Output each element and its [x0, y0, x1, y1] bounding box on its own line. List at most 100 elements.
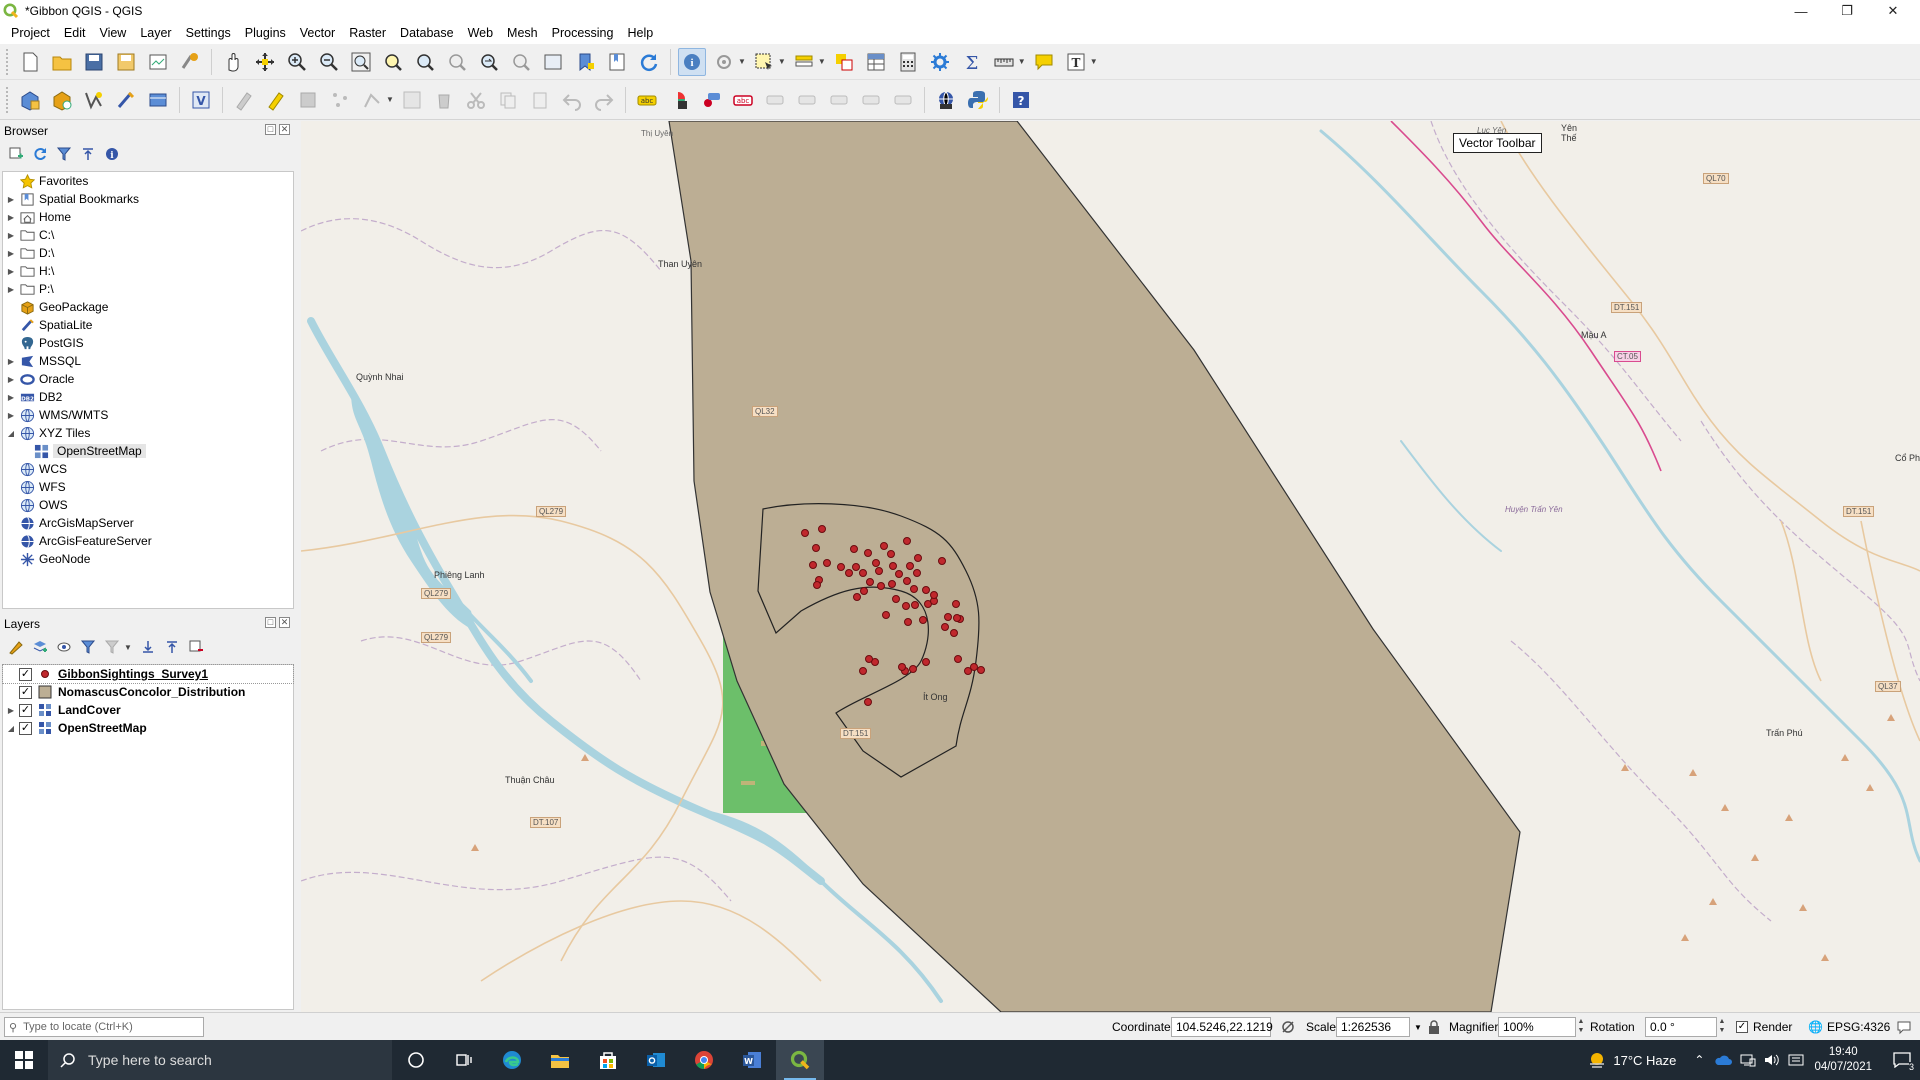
menu-processing[interactable]: Processing [545, 26, 621, 40]
collapsed-arrow-icon[interactable]: ▶ [5, 357, 17, 366]
remove-layer-icon[interactable] [186, 637, 206, 657]
collapse-all-layers-icon[interactable] [162, 637, 182, 657]
chrome-icon[interactable] [680, 1040, 728, 1080]
volume-icon[interactable] [1764, 1053, 1780, 1067]
select-dropdown-icon[interactable]: ▼ [778, 57, 786, 66]
layer-visibility-checkbox[interactable]: ✓ [19, 685, 32, 699]
redo-icon[interactable] [590, 86, 618, 114]
toolbar-grip-2[interactable] [6, 86, 10, 113]
browser-item-mssql[interactable]: ▶ MSSQL [3, 352, 293, 370]
zoom-full-icon[interactable] [347, 48, 375, 76]
word-icon[interactable]: W [728, 1040, 776, 1080]
lock-scale-icon[interactable] [1428, 1017, 1440, 1037]
run-action-icon[interactable] [710, 48, 738, 76]
collapsed-arrow-icon[interactable]: ▶ [5, 706, 17, 715]
browser-item-geonode[interactable]: GeoNode [3, 550, 293, 568]
menu-edit[interactable]: Edit [57, 26, 93, 40]
browser-item-wms-wmts[interactable]: ▶ WMS/WMTS [3, 406, 293, 424]
filter-expression-icon[interactable] [102, 637, 122, 657]
diagram-options-icon[interactable] [665, 86, 693, 114]
layer-visibility-checkbox[interactable]: ✓ [19, 721, 32, 735]
browser-item-oracle[interactable]: ▶ Oracle [3, 370, 293, 388]
measure-dropdown-icon[interactable]: ▼ [1018, 57, 1026, 66]
menu-web[interactable]: Web [461, 26, 500, 40]
browser-float-button[interactable]: □ [265, 124, 276, 135]
minimize-button[interactable]: — [1778, 0, 1824, 22]
collapsed-arrow-icon[interactable]: ▶ [5, 249, 17, 258]
language-icon[interactable] [1788, 1053, 1804, 1067]
edge-browser-icon[interactable] [488, 1040, 536, 1080]
label-change-icon[interactable] [825, 86, 853, 114]
open-project-button[interactable] [48, 48, 76, 76]
select-by-value-icon[interactable] [790, 48, 818, 76]
save-project-button[interactable] [80, 48, 108, 76]
zoom-out-icon[interactable] [315, 48, 343, 76]
rotation-spinner[interactable]: ▲ ▼ [1717, 1017, 1727, 1037]
task-view-icon[interactable] [440, 1040, 488, 1080]
add-feature-icon[interactable] [326, 86, 354, 114]
collapsed-arrow-icon[interactable]: ▶ [5, 375, 17, 384]
style-manager-button[interactable] [176, 48, 204, 76]
save-as-button[interactable] [112, 48, 140, 76]
save-edits-icon[interactable] [294, 86, 322, 114]
qgis-taskbar-icon[interactable] [776, 1040, 824, 1080]
add-group-icon[interactable] [30, 637, 50, 657]
browser-item-wcs[interactable]: WCS [3, 460, 293, 478]
zoom-in-icon[interactable] [283, 48, 311, 76]
help-icon[interactable]: ? [1007, 86, 1035, 114]
magnifier-field[interactable]: 100% [1498, 1017, 1576, 1037]
menu-mesh[interactable]: Mesh [500, 26, 545, 40]
coordinate-field[interactable]: 104.5246,22.1219 [1171, 1017, 1273, 1037]
expanded-arrow-icon[interactable]: ◢ [5, 724, 17, 733]
pan-icon[interactable] [219, 48, 247, 76]
current-edits-icon[interactable] [230, 86, 258, 114]
annotation-dropdown-icon[interactable]: ▼ [1090, 57, 1098, 66]
new-map-view-icon[interactable] [539, 48, 567, 76]
statistics-icon[interactable]: Σ [958, 48, 986, 76]
browser-item-openstreetmap[interactable]: OpenStreetMap [3, 442, 293, 460]
new-project-button[interactable] [16, 48, 44, 76]
vertex-dropdown-icon[interactable]: ▼ [386, 95, 394, 104]
cortana-icon[interactable] [392, 1040, 440, 1080]
action-center-button[interactable]: 3 [1884, 1040, 1920, 1080]
run-action-dropdown-icon[interactable]: ▼ [738, 57, 746, 66]
browser-item-wfs[interactable]: WFS [3, 478, 293, 496]
identify-features-icon[interactable]: i [678, 47, 706, 76]
messages-icon[interactable] [1896, 1017, 1912, 1037]
browser-filter-icon[interactable] [54, 144, 74, 164]
layer-visibility-checkbox[interactable]: ✓ [19, 667, 32, 681]
menu-plugins[interactable]: Plugins [238, 26, 293, 40]
collapsed-arrow-icon[interactable]: ▶ [5, 231, 17, 240]
zoom-native-icon[interactable] [443, 48, 471, 76]
collapsed-arrow-icon[interactable]: ▶ [5, 285, 17, 294]
toolbar-grip[interactable] [6, 48, 10, 75]
measure-icon[interactable] [990, 48, 1018, 76]
browser-item-h[interactable]: ▶ H:\ [3, 262, 293, 280]
new-shapefile-layer-icon[interactable] [80, 86, 108, 114]
label-properties-icon[interactable] [889, 86, 917, 114]
paste-features-icon[interactable] [526, 86, 554, 114]
windows-start-button[interactable] [0, 1040, 48, 1080]
new-virtual-layer-icon[interactable] [144, 86, 172, 114]
collapsed-arrow-icon[interactable]: ▶ [5, 411, 17, 420]
onedrive-icon[interactable] [1714, 1053, 1733, 1067]
browser-item-spatial-bookmarks[interactable]: ▶ Spatial Bookmarks [3, 190, 293, 208]
map-canvas[interactable]: Yên Thế Than Uyên Quỳnh Nhai Phiêng Lanh… [301, 121, 1920, 1012]
toggle-editing-icon[interactable] [262, 86, 290, 114]
manage-themes-icon[interactable] [54, 637, 74, 657]
browser-close-button[interactable]: ✕ [279, 124, 290, 135]
outlook-icon[interactable] [632, 1040, 680, 1080]
label-rotate-icon[interactable] [793, 86, 821, 114]
select-features-icon[interactable] [750, 48, 778, 76]
zoom-to-selection-icon[interactable] [379, 48, 407, 76]
copy-features-icon[interactable] [494, 86, 522, 114]
browser-item-home[interactable]: ▶ Home [3, 208, 293, 226]
expanded-arrow-icon[interactable]: ◢ [5, 429, 17, 438]
browser-item-spatialite[interactable]: SpatiaLite [3, 316, 293, 334]
new-bookmark-icon[interactable] [571, 48, 599, 76]
magnifier-spinner[interactable]: ▲ ▼ [1576, 1017, 1586, 1037]
vector-digitize-icon[interactable]: V [187, 86, 215, 114]
locator-input[interactable]: ⚲ Type to locate (Ctrl+K) [4, 1017, 204, 1037]
deselect-features-icon[interactable] [830, 48, 858, 76]
network-icon[interactable] [1740, 1053, 1756, 1067]
